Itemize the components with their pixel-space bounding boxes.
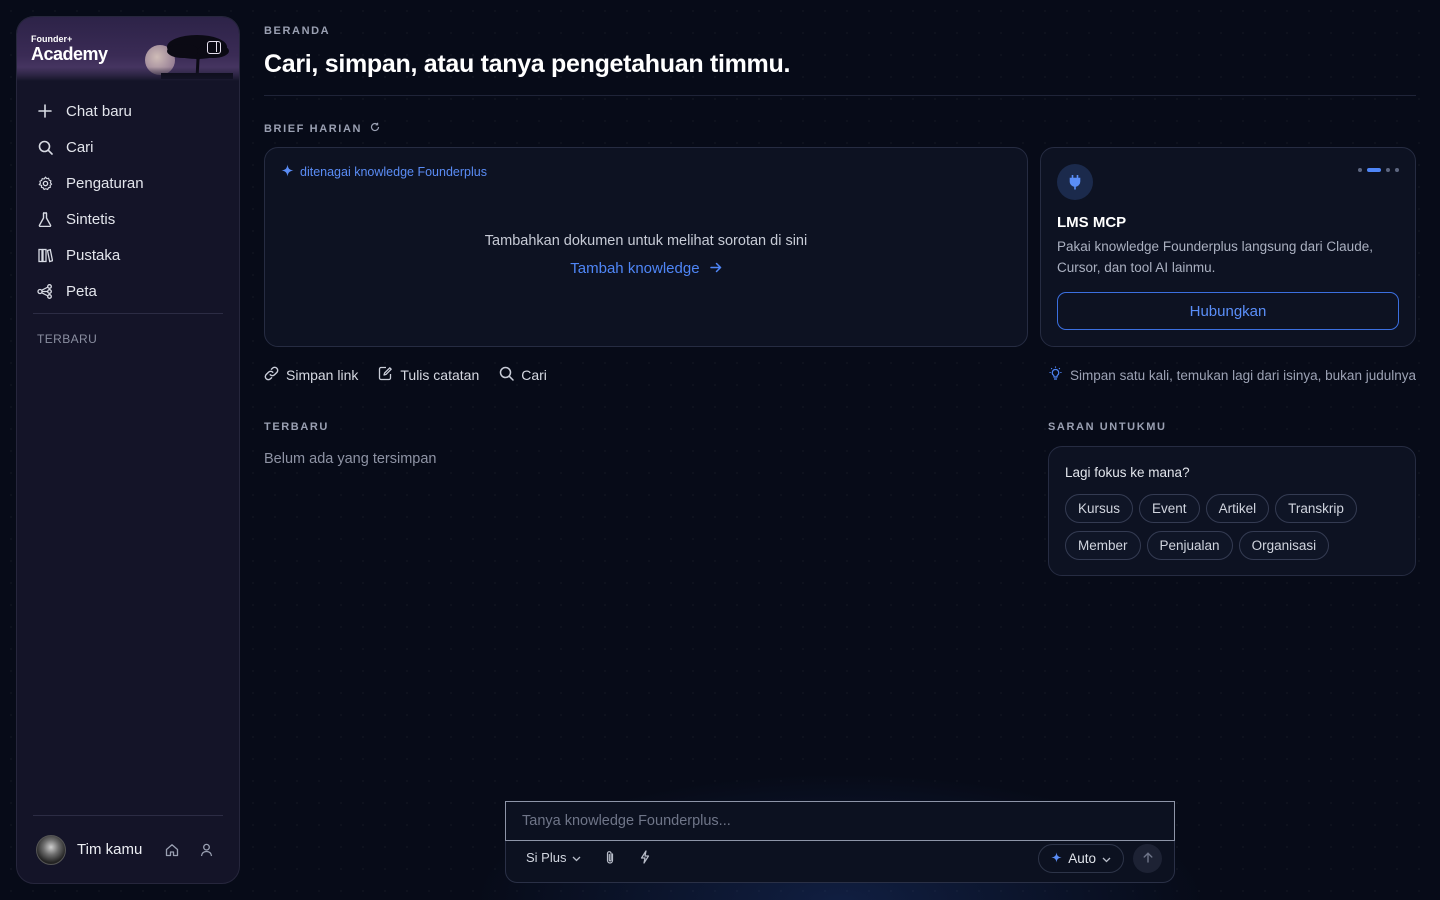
brief-empty-message: Tambahkan dokumen untuk melihat sorotan … [484,233,808,249]
home-icon[interactable] [155,843,189,857]
sidebar-item-peta[interactable]: Peta [29,273,227,309]
sidebar-item-label: Pustaka [66,246,121,264]
chip-penjualan[interactable]: Penjualan [1146,531,1233,560]
powered-text: ditenagai knowledge Founderplus [300,165,487,179]
brand-name: Academy [31,44,108,64]
sidebar-item-label: Pengaturan [66,174,144,192]
header-divider [264,95,1416,96]
mode-label: Auto [1068,851,1096,866]
suggestions-label: SARAN UNTUKMU [1048,421,1167,433]
brand-banner[interactable]: Founder+ Academy [17,17,239,81]
main-content: BERANDA Cari, simpan, atau tanya pengeta… [264,0,1416,900]
tip-row: Simpan satu kali, temukan lagi dari isin… [1048,366,1416,384]
recent-empty: Belum ada yang tersimpan [264,451,437,467]
library-icon [37,247,53,263]
mcp-title: LMS MCP [1057,214,1127,231]
send-button[interactable] [1133,844,1162,873]
link-icon [264,366,279,384]
carousel-dots[interactable] [1358,168,1399,172]
chip-organisasi[interactable]: Organisasi [1238,531,1330,560]
plug-icon [1057,164,1093,200]
quick-actions: Simpan link Tulis catatan Cari [264,366,547,384]
sidebar-toggle-icon[interactable] [207,41,221,54]
sidebar-nav: Chat baru Cari Pengaturan Sintetis Pusta… [17,81,239,309]
lightbulb-icon [1048,366,1063,384]
model-selector[interactable]: Si Plus [526,850,581,865]
mode-selector[interactable]: Auto [1038,844,1124,873]
sidebar-item-chat-baru[interactable]: Chat baru [29,93,227,129]
mcp-card: LMS MCP Pakai knowledge Founderplus lang… [1040,147,1416,347]
model-label: Si Plus [526,850,567,865]
brand-small: Founder+ [31,34,73,44]
sidebar-item-label: Chat baru [66,102,132,120]
chip-member[interactable]: Member [1065,531,1141,560]
arrow-right-icon [709,260,722,277]
add-knowledge-label: Tambah knowledge [570,260,700,277]
gear-icon [37,175,53,191]
avatar[interactable] [36,834,66,865]
recent-label: TERBARU [264,421,329,433]
sidebar-item-pustaka[interactable]: Pustaka [29,237,227,273]
paperclip-icon[interactable] [605,850,615,870]
chat-input[interactable] [505,801,1175,841]
refresh-icon[interactable] [370,122,380,135]
flask-icon [37,211,53,227]
topic-chips: Kursus Event Artikel Transkrip Member Pe… [1065,494,1395,560]
sidebar-recent-label: TERBARU [37,332,98,346]
sidebar-item-label: Peta [66,282,97,300]
note-edit-icon [378,366,393,384]
sidebar-item-label: Sintetis [66,210,116,228]
action-label: Cari [521,367,547,383]
sparkle-icon [1051,851,1062,866]
sidebar-item-pengaturan[interactable]: Pengaturan [29,165,227,201]
chat-composer: Si Plus Auto [505,801,1175,883]
user-name[interactable]: Tim kamu [77,841,155,858]
brief-label: BRIEF HARIAN [264,122,363,135]
user-icon[interactable] [189,843,223,857]
chip-kursus[interactable]: Kursus [1065,494,1134,523]
save-link-action[interactable]: Simpan link [264,366,358,384]
chip-artikel[interactable]: Artikel [1205,494,1270,523]
search-icon [499,366,514,384]
chip-event[interactable]: Event [1139,494,1200,523]
lightning-icon[interactable] [640,850,650,869]
add-knowledge-link[interactable]: Tambah knowledge [265,260,1027,277]
arrow-up-icon [1143,850,1153,868]
sidebar-footer: Tim kamu [33,815,223,883]
chevron-down-icon [1102,851,1111,866]
suggestions-question: Lagi fokus ke mana? [1065,465,1190,480]
connect-button[interactable]: Hubungkan [1057,292,1399,330]
page-eyebrow: BERANDA [264,25,331,37]
suggestions-card: Lagi fokus ke mana? Kursus Event Artikel… [1048,446,1416,576]
tip-text: Simpan satu kali, temukan lagi dari isin… [1070,367,1416,383]
daily-brief-card: ditenagai knowledge Founderplus Tambahka… [264,147,1028,347]
chevron-down-icon [572,850,581,865]
chip-transkrip[interactable]: Transkrip [1275,494,1357,523]
write-note-action[interactable]: Tulis catatan [378,366,479,384]
powered-by: ditenagai knowledge Founderplus [281,164,487,180]
action-label: Simpan link [286,367,359,383]
sidebar-item-sintetis[interactable]: Sintetis [29,201,227,237]
action-label: Tulis catatan [400,367,480,383]
plus-icon [37,103,53,119]
sidebar-item-label: Cari [66,138,94,156]
graph-icon [37,283,53,299]
sidebar-item-cari[interactable]: Cari [29,129,227,165]
sidebar: Founder+ Academy Chat baru Cari Pengatur… [16,16,240,884]
search-icon [37,139,53,155]
brief-label-row: BRIEF HARIAN [264,122,380,135]
page-title: Cari, simpan, atau tanya pengetahuan tim… [264,50,791,78]
sparkle-icon [281,164,294,180]
mcp-description: Pakai knowledge Founderplus langsung dar… [1057,239,1373,275]
search-action[interactable]: Cari [499,366,547,384]
